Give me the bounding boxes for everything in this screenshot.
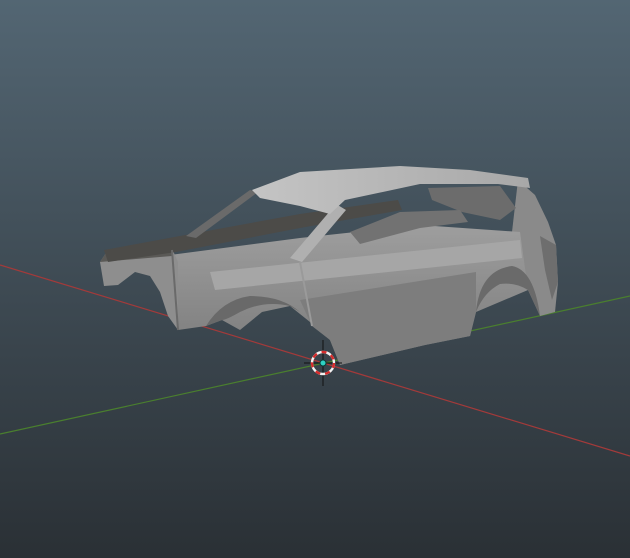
3d-viewport[interactable]: [0, 0, 630, 558]
viewport-canvas[interactable]: [0, 0, 630, 558]
origin-dot: [319, 359, 327, 367]
